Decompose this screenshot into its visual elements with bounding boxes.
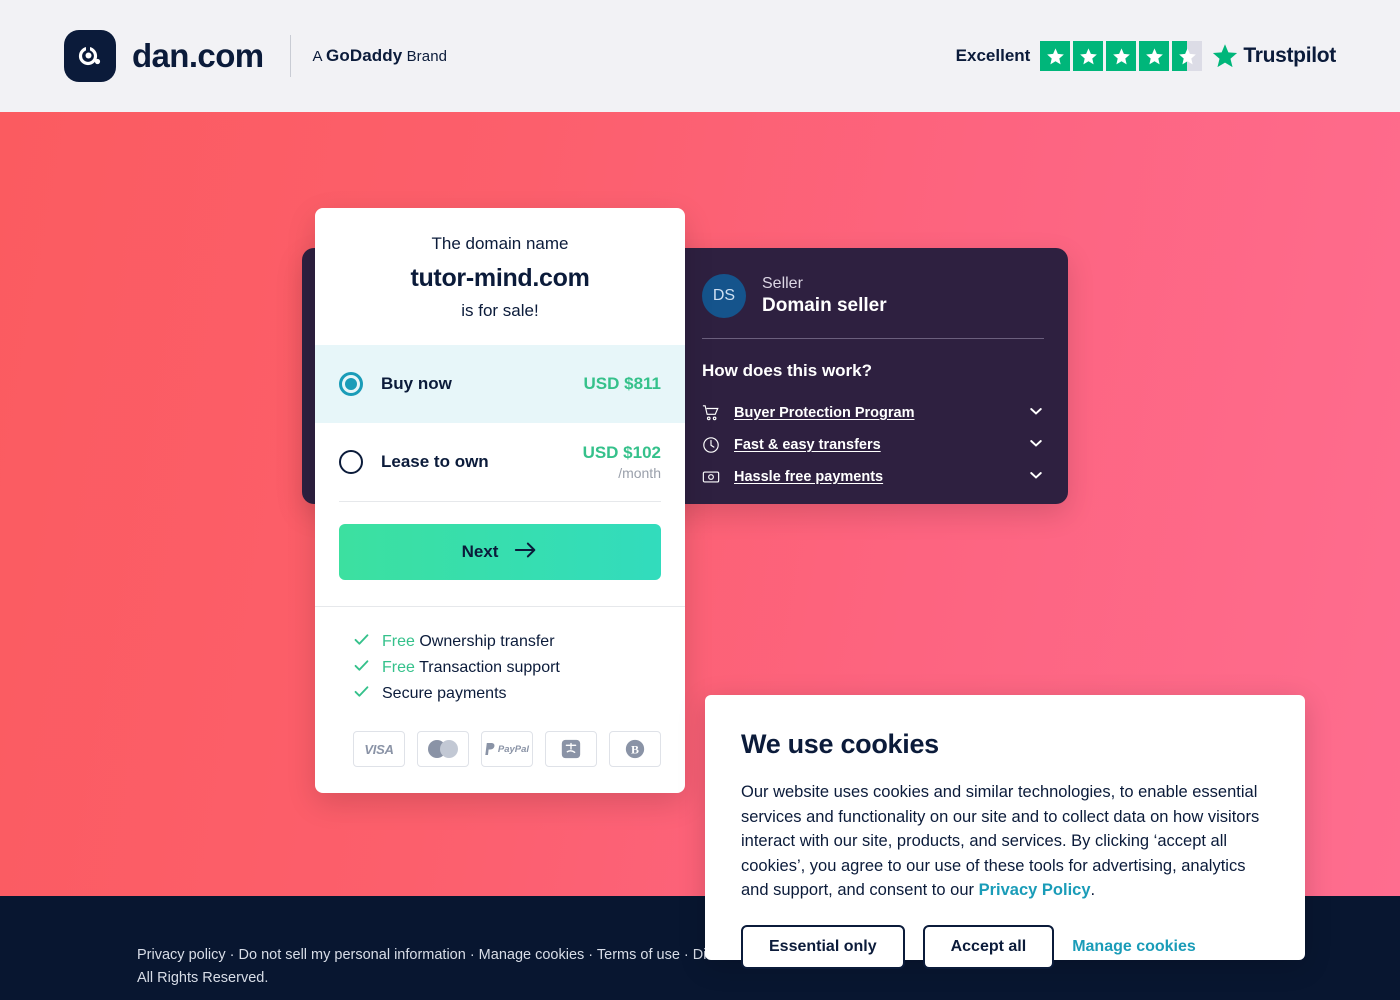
page-title: tutor-mind.com: [410, 264, 590, 292]
manage-cookies-link[interactable]: Manage cookies: [1072, 938, 1196, 956]
domain-card-pretext: The domain name: [431, 234, 569, 253]
next-button-label: Next: [461, 542, 499, 561]
mastercard-icon: [417, 731, 469, 767]
price-amount: USD $102: [582, 443, 661, 462]
star-half-icon: [1172, 41, 1203, 71]
option-buy-now[interactable]: Buy now USD $811: [315, 345, 685, 423]
check-icon: [353, 683, 370, 705]
check-icon: [353, 657, 370, 679]
price-period: /month: [618, 465, 661, 481]
cookie-banner-actions: Essential only Accept all Manage cookies: [741, 924, 1269, 969]
star-icon: [1073, 41, 1104, 71]
feature-secure-payments: Secure payments: [353, 681, 661, 707]
cookie-body-text-end: .: [1090, 881, 1096, 899]
brand-tagline: A GoDaddy Brand: [312, 46, 448, 65]
star-icon: [1040, 41, 1071, 71]
check-icon: [353, 631, 370, 653]
accordion-item-fast-easy-transfers[interactable]: Fast & easy transfers: [702, 429, 1044, 461]
trustpilot-logo-text: Trustpilot: [1243, 44, 1336, 67]
accordion-label: Fast & easy transfers: [734, 437, 881, 453]
star-icon: [1106, 41, 1137, 71]
option-lease-to-own[interactable]: Lease to own USD $102 /month: [315, 423, 685, 501]
seller-divider: [702, 338, 1044, 339]
brand-logo[interactable]: dan.com A GoDaddy Brand: [64, 30, 447, 82]
trustpilot-rating-word: Excellent: [955, 46, 1031, 65]
chevron-down-icon[interactable]: [1028, 435, 1044, 456]
visa-icon: VISA: [353, 731, 405, 767]
brand-name: dan.com: [132, 37, 264, 74]
trustpilot-star-icon: [1213, 44, 1238, 68]
paypal-icon: PayPal: [481, 731, 533, 767]
chevron-down-icon[interactable]: [1028, 403, 1044, 424]
trustpilot-rating[interactable]: Excellent Trustpilot: [956, 41, 1336, 71]
option-price: USD $811: [584, 374, 662, 394]
cookie-banner-title: We use cookies: [741, 729, 939, 759]
seller-name: Domain seller: [762, 295, 887, 316]
next-button-wrap: Next: [315, 502, 685, 606]
cookie-consent-banner: We use cookies Our website uses cookies …: [705, 695, 1305, 969]
accordion-label: Buyer Protection Program: [734, 405, 915, 421]
option-price: USD $102 /month: [583, 443, 661, 481]
chevron-down-icon[interactable]: [1028, 467, 1044, 488]
trustpilot-logo: Trustpilot: [1212, 43, 1336, 69]
feature-label: Secure payments: [382, 685, 507, 702]
accordion-item-buyer-protection[interactable]: Buyer Protection Program: [702, 397, 1044, 429]
domain-purchase-card: The domain name tutor-mind.com is for sa…: [315, 208, 685, 793]
star-icon: [1139, 41, 1170, 71]
visa-label: VISA: [364, 741, 394, 757]
clock-icon: [702, 436, 720, 454]
price-amount: USD $811: [583, 374, 662, 393]
cookie-banner-body: Our website uses cookies and similar tec…: [741, 780, 1269, 903]
how-does-this-work-title: How does this work?: [702, 361, 873, 380]
next-button[interactable]: Next: [339, 524, 661, 580]
payment-methods: VISA PayPal B: [353, 731, 661, 767]
paypal-label: PayPal: [497, 743, 530, 755]
avatar: DS: [702, 274, 746, 318]
shopping-cart-icon: [702, 404, 720, 422]
trustpilot-stars: [1040, 41, 1203, 71]
seller-header: DS Seller Domain seller: [702, 274, 1044, 318]
alipay-icon: [545, 731, 597, 767]
radio-lease-to-own[interactable]: [339, 450, 363, 474]
feature-transaction-support: Free Transaction support: [353, 655, 661, 681]
accept-all-button[interactable]: Accept all: [922, 924, 1055, 969]
brand-divider: [289, 35, 291, 77]
domain-card-posttext: is for sale!: [461, 301, 539, 320]
arrow-right-icon: [514, 541, 538, 564]
privacy-policy-link[interactable]: Privacy Policy: [979, 881, 1091, 899]
svg-text:B: B: [631, 743, 639, 757]
dan-logo-icon: [64, 30, 116, 82]
domain-card-header: The domain name tutor-mind.com is for sa…: [315, 208, 685, 345]
radio-buy-now[interactable]: [339, 372, 363, 396]
accordion-label: Hassle free payments: [734, 469, 884, 485]
feature-label: Free Ownership transfer: [382, 633, 555, 650]
option-label: Buy now: [381, 374, 452, 393]
seller-role-label: Seller: [762, 275, 803, 292]
feature-label: Free Transaction support: [382, 659, 560, 676]
bitcoin-icon: B: [609, 731, 661, 767]
site-header: dan.com A GoDaddy Brand Excellent Trustp…: [0, 0, 1400, 112]
essential-only-button[interactable]: Essential only: [741, 924, 905, 969]
feature-ownership-transfer: Free Ownership transfer: [353, 629, 661, 655]
domain-card-footer: Free Ownership transfer Free Transaction…: [315, 606, 685, 793]
option-label: Lease to own: [381, 452, 489, 471]
banknote-icon: [702, 468, 720, 486]
accordion-item-hassle-free-payments[interactable]: Hassle free payments: [702, 461, 1044, 493]
